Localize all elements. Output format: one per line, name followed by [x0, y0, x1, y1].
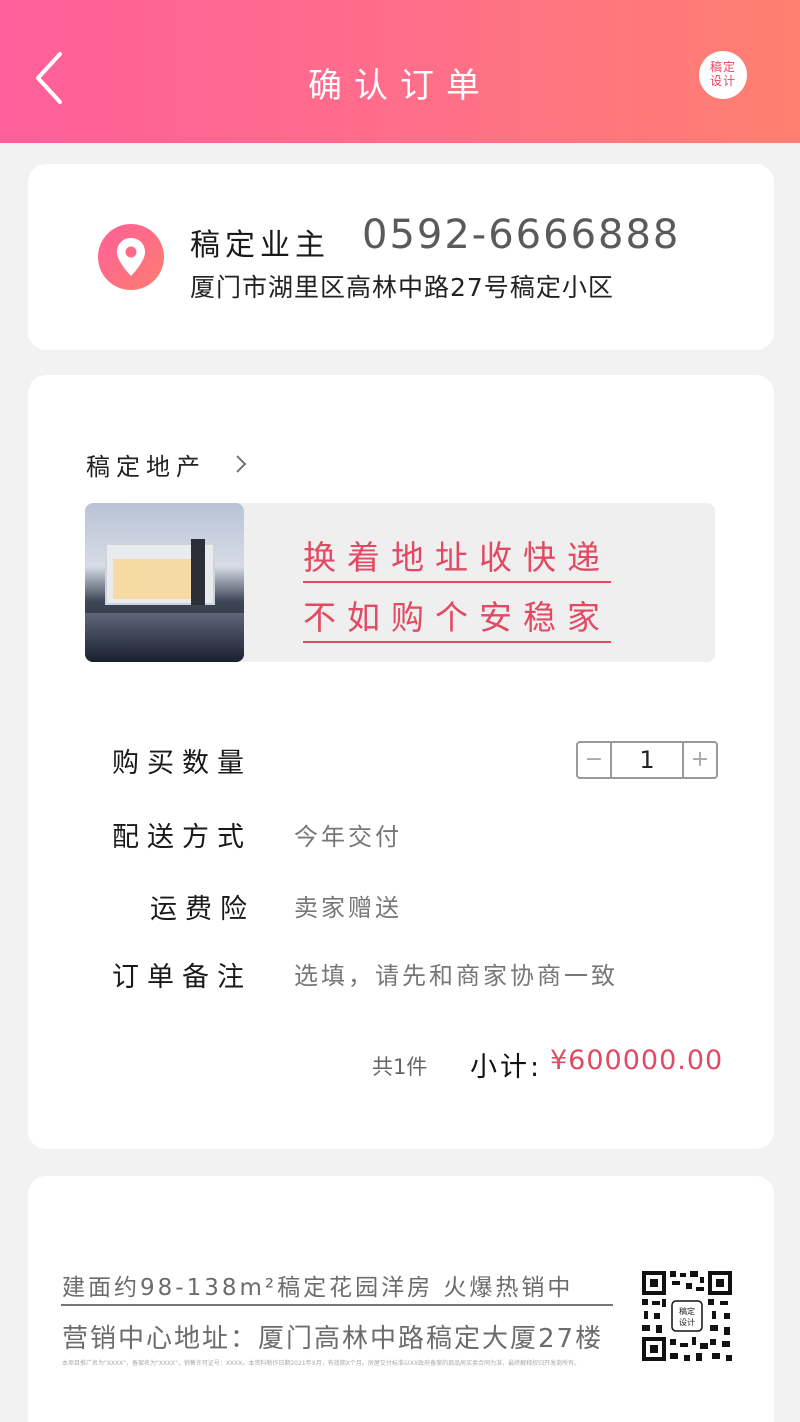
product-slogan-1: 换着地址收快递	[303, 531, 611, 583]
promo-line-1: 建面约98-138m²稿定花园洋房 火爆热销中	[62, 1275, 574, 1301]
promo-footer: 建面约98-138m²稿定花园洋房 火爆热销中 营销中心地址：厦门高林中路稿定大…	[28, 1176, 774, 1422]
insurance-value: 卖家赠送	[294, 894, 402, 922]
item-count: 共1件	[372, 1055, 428, 1079]
svg-text:稿定: 稿定	[679, 1306, 695, 1316]
note-input[interactable]: 选填，请先和商家协商一致	[294, 956, 618, 991]
note-label: 订单备注	[112, 962, 252, 993]
quantity-label: 购买数量	[112, 748, 252, 779]
quantity-stepper[interactable]: − 1 +	[576, 741, 718, 779]
brand-logo: 稿定 设计	[699, 51, 747, 99]
header-bar: 确认订单 稿定 设计	[0, 0, 800, 143]
divider	[61, 1304, 613, 1306]
svg-text:设计: 设计	[679, 1317, 695, 1327]
address-card[interactable]: 稿定业主 0592-6666888 厦门市湖里区高林中路27号稿定小区	[28, 164, 774, 350]
product-slogan-2: 不如购个安稳家	[303, 591, 611, 643]
chevron-right-icon[interactable]	[234, 453, 248, 475]
disclaimer-text: 本项目推广名为"XXXX"，备案名为"XXXX"，销售许可证号：XXXX。本资料…	[62, 1360, 581, 1367]
page-title: 确认订单	[308, 66, 492, 106]
delivery-label: 配送方式	[112, 822, 252, 853]
delivery-value: 今年交付	[294, 823, 402, 851]
recipient-phone: 0592-6666888	[362, 212, 681, 258]
location-pin-icon	[98, 224, 164, 290]
decrease-button[interactable]: −	[578, 743, 610, 777]
qr-code-icon[interactable]: 稿定 设计	[640, 1269, 734, 1363]
insurance-label: 运费险	[150, 894, 255, 925]
subtotal-label: 小计:	[470, 1052, 543, 1083]
recipient-name: 稿定业主	[190, 228, 330, 263]
product-item[interactable]: 换着地址收快递 不如购个安稳家	[85, 503, 715, 662]
subtotal-value: ¥600000.00	[550, 1045, 724, 1076]
promo-line-2: 营销中心地址：厦门高林中路稿定大厦27楼	[62, 1324, 604, 1354]
product-image	[85, 503, 244, 662]
order-card: 稿定地产 换着地址收快递 不如购个安稳家 购买数量 − 1 + 配送方式 今年交…	[28, 375, 774, 1149]
increase-button[interactable]: +	[684, 743, 716, 777]
recipient-address: 厦门市湖里区高林中路27号稿定小区	[190, 273, 614, 302]
shop-name[interactable]: 稿定地产	[86, 447, 206, 482]
quantity-value[interactable]: 1	[610, 743, 684, 777]
